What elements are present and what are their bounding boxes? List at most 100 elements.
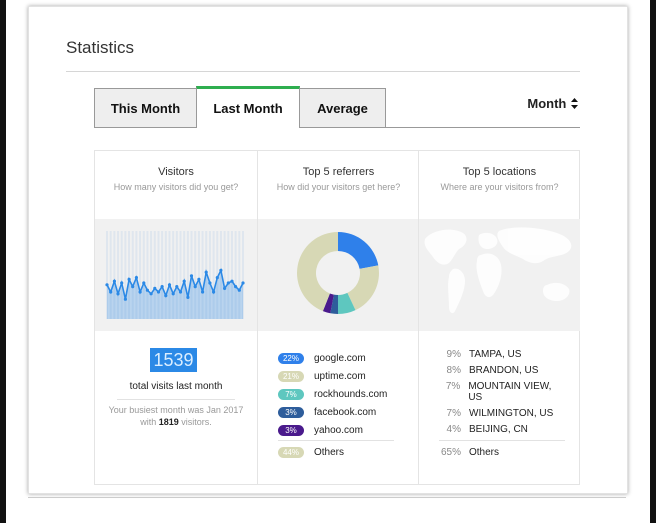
sparkline-point [215,276,219,280]
location-name: TAMPA, US [469,349,522,360]
location-percent: 7% [446,408,461,419]
referrer-row: 21% uptime.com [278,367,394,385]
total-visits-label: total visits last month [129,381,223,392]
sparkline-point [230,279,234,283]
sparkline-point [189,274,194,278]
sparkline-point [105,283,109,287]
locations-divider [439,440,565,441]
locations-map-area [419,219,580,331]
referrer-percent-badge: 22% [278,352,304,364]
referrer-name: uptime.com [314,370,366,382]
card-bottom-divider [28,497,626,498]
visitors-stats: 1539 total visits last month Your busies… [95,331,257,484]
referrer-name: rockhounds.com [314,388,388,400]
world-map [424,227,572,314]
referrers-column: Top 5 referrers How did your visitors ge… [257,151,419,484]
referrers-divider [278,440,394,441]
referrer-row: 3% facebook.com [278,403,394,421]
location-row: 9% TAMPA, US [439,349,565,360]
location-percent: 7% [445,381,461,392]
window-frame-left [0,0,6,523]
locations-title: Top 5 locations [462,166,537,178]
busiest-count: 1819 [158,417,179,427]
sparkline-point [223,286,227,290]
location-name: BEIJING, CN [469,424,528,435]
sparkline-point [167,283,172,287]
referrers-header: Top 5 referrers How did your visitors ge… [258,151,419,219]
referrer-name: Others [314,446,345,458]
total-visits-value: 1539 [150,348,197,372]
locations-list: 9% TAMPA, US 8% BRANDON, US 7% MOUNTAIN VIEW,… [439,349,565,463]
sparkline-point [226,281,230,285]
sparkline-point [178,290,183,294]
referrers-list: 22% google.com 21% uptime.com 7% rockhounds.c… [278,349,394,461]
location-row: 8% BRANDON, US [439,365,565,376]
period-select-value: Month [527,96,567,111]
location-name: Others [469,447,500,458]
visitors-divider [117,399,235,400]
window-frame-right [650,0,656,523]
busiest-suffix: visitors. [181,417,212,427]
sparkline-point [237,288,241,292]
visitors-header: Visitors How many visitors did you get? [95,151,257,219]
sparkline-point [204,270,208,274]
tab-average[interactable]: Average [300,88,386,128]
sparkline-point [142,281,146,285]
period-select[interactable]: Month [527,96,578,111]
tab-last-month[interactable]: Last Month [196,86,300,128]
busiest-month-text: Your busiest month was Jan 2017 with 181… [107,404,245,428]
referrer-percent-badge: 3% [278,406,304,418]
locations-stats: 9% TAMPA, US 8% BRANDON, US 7% MOUNTAIN VIEW,… [419,331,580,484]
location-row: 7% MOUNTAIN VIEW, US [439,381,565,403]
visitors-title: Visitors [158,166,194,178]
location-row: 65% Others [439,447,565,458]
tab-this-month[interactable]: This Month [94,88,196,128]
sparkline-point [123,297,127,301]
updown-arrows-icon [571,98,578,109]
visitors-column: Visitors How many visitors did you get? … [95,151,257,484]
referrer-row: 3% yahoo.com [278,421,394,439]
sparkline-point [131,285,135,289]
location-percent: 9% [446,349,461,360]
referrer-name: facebook.com [314,406,377,418]
period-tabs: This Month Last Month Average Month [94,86,580,129]
tabs-baseline [386,127,580,128]
sparkline-point [112,279,116,283]
visitors-chart-area [95,219,257,331]
sparkline-point [241,281,245,285]
sparkline-point [127,277,131,281]
sparkline-point [212,290,216,294]
sparkline-point [175,285,179,289]
sparkline-point [234,285,238,289]
locations-header: Top 5 locations Where are your visitors … [419,151,580,219]
location-name: MOUNTAIN VIEW, US [468,381,552,403]
location-percent: 8% [446,365,461,376]
sparkline-point [153,286,157,290]
sparkline-point [197,277,201,281]
location-row: 7% WILMINGTON, US [439,408,565,419]
referrer-row: 7% rockhounds.com [278,385,394,403]
referrer-name: yahoo.com [314,424,363,436]
referrer-row: 22% google.com [278,349,394,367]
sparkline-point [208,281,212,285]
sparkline-point [164,294,168,298]
page-title: Statistics [66,38,135,57]
sparkline-point [138,290,142,294]
referrer-percent-badge: 44% [278,446,304,458]
sparkline-point [201,290,205,294]
referrers-title: Top 5 referrers [302,166,375,178]
sparkline-point [219,268,223,272]
locations-column: Top 5 locations Where are your visitors … [418,151,580,484]
donut-slice [338,232,379,269]
visitors-sparkline [105,231,245,319]
sparkline-point [193,285,197,289]
sparkline-point [134,276,138,280]
sparkline-point [116,292,120,296]
location-name: BRANDON, US [469,365,539,376]
sparkline-point [182,279,186,283]
referrers-stats: 22% google.com 21% uptime.com 7% rockhounds.c… [258,331,419,484]
referrer-percent-badge: 21% [278,370,304,382]
sparkline-point [109,290,113,294]
referrer-percent-badge: 7% [278,388,304,400]
referrer-name: google.com [314,352,366,364]
